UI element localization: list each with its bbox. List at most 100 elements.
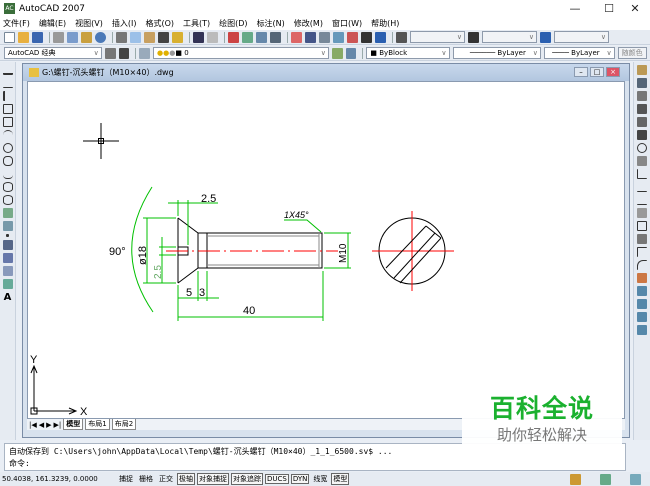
revision-cloud-icon[interactable] bbox=[2, 156, 13, 166]
workspace-settings-icon[interactable] bbox=[104, 47, 116, 59]
arc-icon[interactable] bbox=[2, 130, 13, 140]
properties-icon[interactable] bbox=[291, 31, 302, 43]
model-space-canvas[interactable]: 2.5 90° ø18 2.5 5 3 40 M10 1X45° Y X bbox=[27, 81, 625, 419]
menu-help[interactable]: 帮助(H) bbox=[371, 18, 399, 29]
lineweight-dropdown[interactable]: ──── ByLayer ∨ bbox=[543, 47, 615, 59]
undo-icon[interactable] bbox=[193, 31, 204, 43]
last-tab-button[interactable]: ▶| bbox=[54, 421, 62, 429]
ellipse-arc-icon[interactable] bbox=[2, 195, 13, 205]
workspace-save-icon[interactable] bbox=[118, 47, 130, 59]
dyn-toggle[interactable]: DYN bbox=[290, 474, 310, 484]
close-button[interactable]: ✕ bbox=[620, 0, 650, 17]
doc-minimize-button[interactable]: – bbox=[574, 67, 588, 77]
chamfer-icon[interactable] bbox=[637, 247, 647, 257]
circle-icon[interactable] bbox=[2, 143, 13, 153]
sheet-set-icon[interactable] bbox=[333, 31, 344, 43]
dim-style-dropdown[interactable]: ∨ bbox=[482, 31, 537, 43]
rectangle-icon[interactable] bbox=[2, 117, 13, 127]
osnap-toggle[interactable]: 对象捕捉 bbox=[197, 473, 229, 485]
insert-block-icon[interactable] bbox=[2, 208, 13, 218]
polygon-icon[interactable] bbox=[2, 104, 13, 114]
make-current-layer-icon[interactable] bbox=[331, 47, 343, 59]
preview-icon[interactable] bbox=[67, 31, 78, 43]
menu-modify[interactable]: 修改(M) bbox=[294, 18, 323, 29]
array-icon[interactable] bbox=[637, 117, 647, 127]
model-toggle[interactable]: 模型 bbox=[331, 473, 350, 485]
redo-icon[interactable] bbox=[207, 31, 218, 43]
text-style-icon[interactable] bbox=[396, 31, 407, 43]
send-under-icon[interactable] bbox=[637, 325, 647, 335]
first-tab-button[interactable]: |◀ bbox=[29, 421, 37, 429]
offset-icon[interactable] bbox=[637, 104, 647, 114]
globe-icon[interactable] bbox=[95, 31, 106, 43]
block-editor-icon[interactable] bbox=[172, 31, 183, 43]
zoom-realtime-icon[interactable] bbox=[242, 31, 253, 43]
polyline-icon[interactable] bbox=[2, 91, 13, 101]
extend-icon[interactable] bbox=[637, 195, 647, 205]
table-style-dropdown[interactable]: ∨ bbox=[554, 31, 609, 43]
mirror-icon[interactable] bbox=[637, 91, 647, 101]
menu-view[interactable]: 视图(V) bbox=[75, 18, 103, 29]
publish-icon[interactable] bbox=[81, 31, 92, 43]
break-at-point-icon[interactable] bbox=[637, 208, 647, 218]
cut-icon[interactable] bbox=[116, 31, 127, 43]
copy-icon[interactable] bbox=[130, 31, 141, 43]
layer-dropdown[interactable]: ●●●■ 0 ∨ bbox=[153, 47, 329, 59]
layer-previous-icon[interactable] bbox=[345, 47, 357, 59]
tray-settings-icon[interactable] bbox=[600, 474, 611, 485]
hatch-icon[interactable] bbox=[2, 240, 13, 250]
trim-icon[interactable] bbox=[637, 182, 647, 192]
ducs-toggle[interactable]: DUCS bbox=[265, 474, 289, 484]
fillet-icon[interactable] bbox=[637, 260, 647, 270]
design-center-icon[interactable] bbox=[305, 31, 316, 43]
tool-palettes-icon[interactable] bbox=[319, 31, 330, 43]
table-style-icon[interactable] bbox=[540, 31, 551, 43]
doc-close-button[interactable]: × bbox=[606, 67, 620, 77]
zoom-window-icon[interactable] bbox=[256, 31, 267, 43]
region-icon[interactable] bbox=[2, 266, 13, 276]
dim-style-icon[interactable] bbox=[468, 31, 479, 43]
workspace-dropdown[interactable]: AutoCAD 经典 ∨ bbox=[4, 47, 102, 59]
command-prompt[interactable]: 命令: bbox=[9, 458, 621, 470]
join-icon[interactable] bbox=[637, 234, 647, 244]
menu-window[interactable]: 窗口(W) bbox=[332, 18, 362, 29]
menu-edit[interactable]: 编辑(E) bbox=[39, 18, 66, 29]
rotate-icon[interactable] bbox=[637, 143, 647, 153]
match-properties-icon[interactable] bbox=[158, 31, 169, 43]
help-icon[interactable] bbox=[375, 31, 386, 43]
menu-insert[interactable]: 插入(I) bbox=[112, 18, 137, 29]
text-style-dropdown[interactable]: ∨ bbox=[410, 31, 465, 43]
construction-line-icon[interactable] bbox=[2, 78, 13, 88]
plotstyle-dropdown[interactable]: 随颜色 bbox=[617, 47, 648, 59]
erase-icon[interactable] bbox=[637, 65, 647, 75]
menu-file[interactable]: 文件(F) bbox=[3, 18, 30, 29]
explode-icon[interactable] bbox=[637, 273, 647, 283]
snap-toggle[interactable]: 捕捉 bbox=[117, 473, 135, 485]
save-icon[interactable] bbox=[32, 31, 43, 43]
ortho-toggle[interactable]: 正交 bbox=[157, 473, 175, 485]
line-icon[interactable] bbox=[2, 65, 13, 75]
print-icon[interactable] bbox=[53, 31, 64, 43]
prev-tab-button[interactable]: ◀ bbox=[39, 421, 44, 429]
tab-layout2[interactable]: 布局2 bbox=[111, 419, 137, 430]
gradient-icon[interactable] bbox=[2, 253, 13, 263]
layer-manager-icon[interactable] bbox=[139, 47, 151, 59]
lock-toolbar-icon[interactable] bbox=[570, 474, 581, 485]
multiline-text-icon[interactable]: A bbox=[4, 292, 12, 303]
doc-restore-button[interactable]: □ bbox=[590, 67, 604, 77]
menu-tools[interactable]: 工具(T) bbox=[183, 18, 210, 29]
next-tab-button[interactable]: ▶ bbox=[46, 421, 51, 429]
tab-model[interactable]: 模型 bbox=[63, 419, 84, 430]
make-block-icon[interactable] bbox=[2, 221, 13, 231]
spline-icon[interactable] bbox=[2, 169, 13, 179]
calculator-icon[interactable] bbox=[361, 31, 372, 43]
menu-dimension[interactable]: 标注(N) bbox=[257, 18, 285, 29]
menu-draw[interactable]: 绘图(D) bbox=[219, 18, 247, 29]
color-dropdown[interactable]: ■ ByBlock ∨ bbox=[366, 47, 450, 59]
open-icon[interactable] bbox=[18, 31, 29, 43]
minimize-button[interactable]: — bbox=[560, 0, 590, 17]
ellipse-icon[interactable] bbox=[2, 182, 13, 192]
copy-object-icon[interactable] bbox=[637, 78, 647, 88]
break-icon[interactable] bbox=[637, 221, 647, 231]
point-icon[interactable] bbox=[6, 234, 9, 237]
